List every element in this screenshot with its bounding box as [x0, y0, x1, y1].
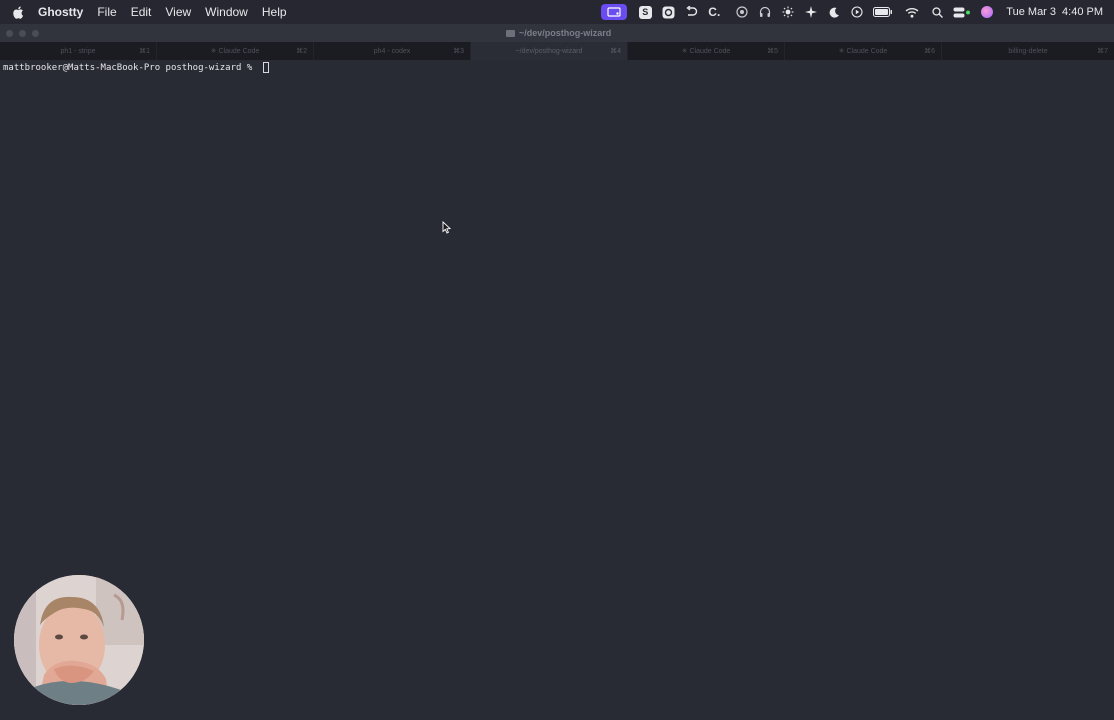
headphones-icon[interactable]	[758, 5, 772, 19]
moon-icon[interactable]	[827, 5, 841, 19]
webcam-person-image	[14, 575, 144, 705]
s-badge-icon[interactable]: S	[638, 5, 652, 19]
tab-5[interactable]: ✳ Claude Code ⌘5	[628, 42, 785, 60]
menu-edit[interactable]: Edit	[131, 5, 152, 19]
zoom-window-button[interactable]	[32, 29, 39, 37]
tab-label: ph4 - codex	[373, 47, 411, 55]
tab-bar: ph1 - stripe ⌘1 ✳ Claude Code ⌘2 ph4 - c…	[0, 42, 1114, 60]
sparkle-icon[interactable]	[804, 5, 818, 19]
control-center-icon[interactable]	[953, 5, 971, 19]
tab-2[interactable]: ✳ Claude Code ⌘2	[157, 42, 314, 60]
tab-shortcut: ⌘1	[139, 48, 150, 55]
search-icon[interactable]	[930, 5, 944, 19]
window-controls	[0, 29, 45, 37]
menu-file[interactable]: File	[97, 5, 116, 19]
webcam-overlay	[14, 575, 144, 705]
c-dot-icon[interactable]: C.	[707, 5, 721, 19]
tab-shortcut: ⌘4	[610, 48, 621, 55]
menu-bar-date[interactable]: Tue Mar 3	[1006, 6, 1056, 18]
tab-7[interactable]: billing-delete ⌘7	[942, 42, 1114, 60]
tab-1[interactable]: ph1 - stripe ⌘1	[0, 42, 157, 60]
screen-share-icon[interactable]	[601, 4, 628, 20]
apple-icon[interactable]	[12, 5, 24, 19]
rotate-icon[interactable]	[684, 5, 698, 19]
menu-bar-time[interactable]: 4:40 PM	[1062, 6, 1103, 18]
minimize-window-button[interactable]	[19, 29, 26, 37]
terminal-area[interactable]: mattbrooker@Matts-MacBook-Pro posthog-wi…	[0, 60, 1114, 720]
tab-label: ✳ Claude Code	[210, 48, 260, 55]
app-badge-icon[interactable]	[661, 5, 675, 19]
tab-label: ✳ Claude Code	[838, 48, 888, 55]
menu-bar-status-area: S C. Tue Mar 3 4:40 PM	[601, 0, 1114, 24]
tab-shortcut: ⌘2	[296, 48, 307, 55]
window-title-bar[interactable]: ~/dev/posthog-wizard	[0, 24, 1114, 42]
menu-bar-left: Ghostty File Edit View Window Help	[0, 0, 301, 24]
prompt-line: mattbrooker@Matts-MacBook-Pro posthog-wi…	[3, 62, 269, 73]
s-badge-label: S	[638, 5, 652, 19]
brightness-icon[interactable]	[781, 5, 795, 19]
app-menu-name[interactable]: Ghostty	[38, 5, 83, 19]
play-icon[interactable]	[850, 5, 864, 19]
tab-shortcut: ⌘5	[767, 48, 778, 55]
profile-icon[interactable]	[980, 5, 994, 19]
menu-bar: Ghostty File Edit View Window Help S C. …	[0, 0, 1114, 24]
tab-shortcut: ⌘3	[453, 48, 464, 55]
tab-4-active[interactable]: ~/dev/posthog-wizard ⌘4	[471, 42, 628, 60]
tab-label: ✳ Claude Code	[681, 48, 731, 55]
menu-window[interactable]: Window	[205, 5, 248, 19]
terminal-cursor	[262, 62, 269, 73]
tab-label: ~/dev/posthog-wizard	[515, 47, 583, 55]
folder-icon	[506, 29, 515, 37]
tab-3[interactable]: ph4 - codex ⌘3	[314, 42, 471, 60]
close-window-button[interactable]	[6, 29, 13, 37]
tab-label: ph1 - stripe	[60, 47, 96, 55]
tab-shortcut: ⌘6	[924, 48, 935, 55]
wifi-icon[interactable]	[905, 5, 919, 19]
window-title-group: ~/dev/posthog-wizard	[506, 28, 611, 38]
tab-shortcut: ⌘7	[1097, 48, 1108, 55]
mouse-pointer-icon	[442, 220, 452, 239]
window-title: ~/dev/posthog-wizard	[519, 28, 612, 38]
menu-help[interactable]: Help	[262, 5, 287, 19]
menu-view[interactable]: View	[165, 5, 191, 19]
settings-icon[interactable]	[735, 5, 749, 19]
tab-label: billing-delete	[1008, 47, 1048, 55]
battery-icon	[873, 5, 893, 19]
tab-6[interactable]: ✳ Claude Code ⌘6	[785, 42, 942, 60]
shell-prompt: mattbrooker@Matts-MacBook-Pro posthog-wi…	[3, 62, 258, 73]
